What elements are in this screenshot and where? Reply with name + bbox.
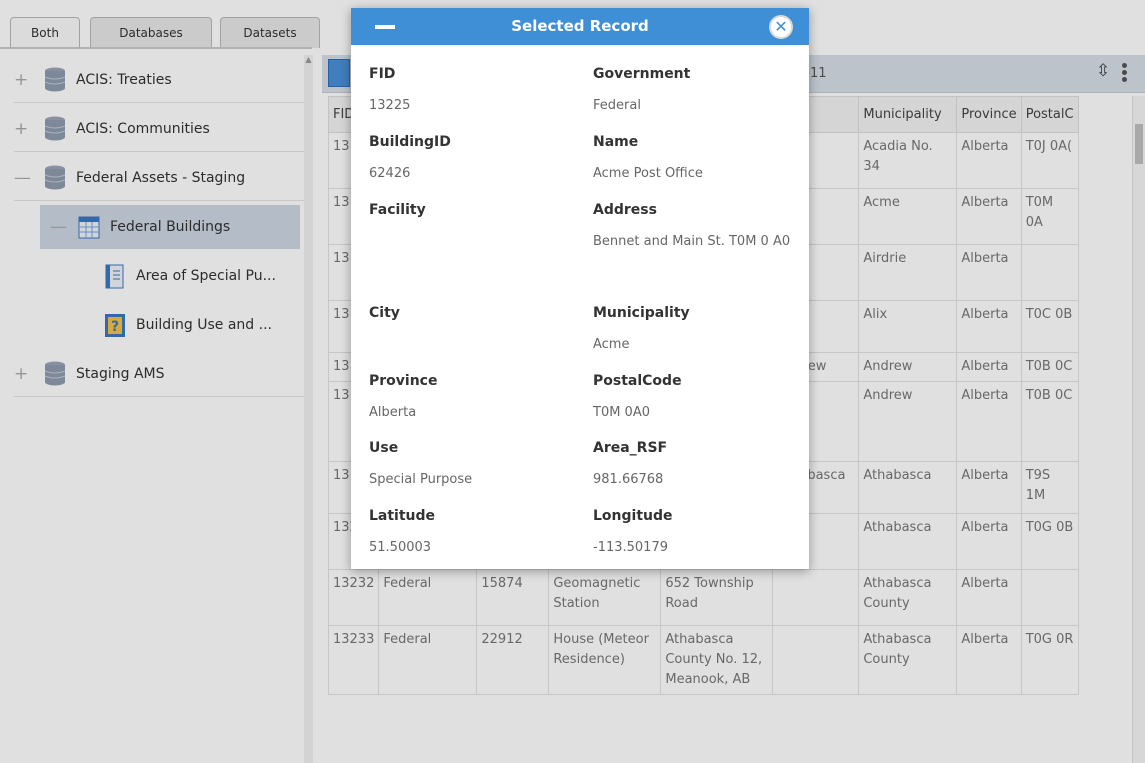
field-value: Acme Post Office [593, 166, 703, 181]
record-field: Province Alberta [369, 373, 579, 424]
record-field: PostalCode T0M 0A0 [593, 373, 803, 424]
dialog-title: Selected Record [511, 17, 649, 35]
record-field: BuildingID 62426 [369, 134, 579, 185]
record-field: Name Acme Post Office [593, 134, 803, 185]
field-value: Acme [593, 337, 630, 352]
selected-record-dialog: Selected Record ✕ FID 13225 Government Fede… [351, 8, 809, 569]
field-label: Province [369, 373, 438, 389]
field-value: Federal [593, 98, 641, 113]
field-value: 62426 [369, 166, 411, 181]
field-label: Latitude [369, 508, 436, 524]
field-value: 13225 [369, 98, 411, 113]
field-value: Alberta [369, 405, 417, 420]
field-value: T0M 0A0 [593, 405, 650, 420]
field-label: FID [369, 66, 396, 82]
field-label: Use [369, 440, 399, 456]
field-label: Government [593, 66, 691, 82]
field-value: Bennet and Main St. T0M 0 A0 [593, 234, 791, 249]
field-label: BuildingID [369, 134, 451, 150]
field-label: Longitude [593, 508, 673, 524]
record-field: Facility [369, 202, 579, 231]
field-value: -113.50179 [593, 540, 668, 555]
field-label: Name [593, 134, 639, 150]
field-label: PostalCode [593, 373, 682, 389]
field-label: Address [593, 202, 657, 218]
record-field: FID 13225 [369, 66, 579, 117]
dialog-header: Selected Record ✕ [351, 8, 809, 45]
field-label: City [369, 305, 400, 321]
field-value: 51.50003 [369, 540, 432, 555]
record-field: Latitude 51.50003 [369, 508, 579, 559]
record-field: Government Federal [593, 66, 803, 117]
record-field: City [369, 305, 579, 334]
record-field: Municipality Acme [593, 305, 803, 356]
record-field: Address Bennet and Main St. T0M 0 A0 [593, 202, 803, 253]
field-label: Area_RSF [593, 440, 668, 456]
field-label: Municipality [593, 305, 690, 321]
record-field: Use Special Purpose [369, 440, 579, 491]
field-label: Facility [369, 202, 426, 218]
field-value: 981.66768 [593, 472, 664, 487]
close-icon[interactable]: ✕ [769, 15, 793, 39]
field-value: Special Purpose [369, 472, 473, 487]
record-field: Area_RSF 981.66768 [593, 440, 803, 491]
record-field: Longitude -113.50179 [593, 508, 803, 559]
